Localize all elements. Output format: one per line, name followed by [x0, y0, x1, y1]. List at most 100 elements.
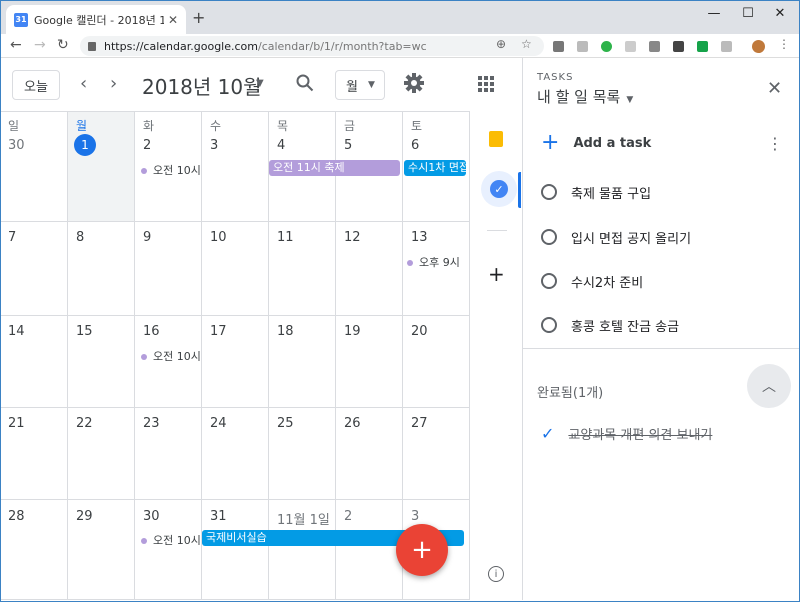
previous-month-icon[interactable]: ‹ [80, 73, 87, 94]
extension-icon[interactable] [673, 41, 684, 52]
maximize-icon[interactable]: ☐ [734, 6, 762, 21]
today-button[interactable]: 오늘 [12, 70, 60, 100]
day-cell[interactable]: 11 [269, 222, 336, 316]
forward-icon[interactable]: → [34, 37, 46, 53]
day-number: 14 [8, 324, 25, 339]
task-list-selector[interactable]: 내 할 일 목록 ▼ [537, 86, 633, 107]
month-grid: 일 30 월 1 화 2 오전 10시 수 3 목 4 금 5 토 6 오전 1… [0, 112, 470, 600]
view-selector[interactable]: 월 ▼ [335, 70, 385, 100]
window-close-icon[interactable]: ✕ [766, 6, 794, 21]
day-cell-today[interactable]: 월 1 [68, 112, 135, 222]
completed-section-label: 완료됨(1개) [537, 386, 604, 401]
weekday-label: 금 [344, 119, 356, 133]
address-bar[interactable]: https://calendar.google.com/calendar/b/1… [80, 36, 544, 56]
extension-icon[interactable] [625, 41, 636, 52]
day-cell[interactable]: 14 [0, 316, 68, 408]
search-icon[interactable] [296, 74, 314, 96]
next-month-icon[interactable]: › [110, 73, 117, 94]
day-cell[interactable]: 24 [202, 408, 269, 500]
reload-icon[interactable]: ↻ [57, 37, 69, 53]
event-chip[interactable]: 오후 9시 [407, 254, 469, 270]
day-cell[interactable]: 22 [68, 408, 135, 500]
day-cell[interactable]: 19 [336, 316, 403, 408]
active-indicator [518, 172, 521, 208]
day-number: 19 [344, 324, 361, 339]
day-cell[interactable]: 15 [68, 316, 135, 408]
new-tab-icon[interactable]: + [192, 8, 205, 27]
plus-icon: + [541, 130, 560, 155]
day-cell[interactable]: 31 [202, 500, 269, 600]
check-icon[interactable]: ✓ [541, 424, 554, 443]
day-cell[interactable]: 17 [202, 316, 269, 408]
browser-tab[interactable]: 31 Google 캘린더 - 2018년 10월 ✕ [6, 5, 186, 34]
day-cell[interactable]: 28 [0, 500, 68, 600]
chrome-menu-icon[interactable]: ⋮ [778, 37, 790, 51]
extension-icon[interactable] [577, 41, 588, 52]
day-cell[interactable]: 16 오전 10시 [135, 316, 202, 408]
task-item[interactable]: 홍콩 호텔 잔금 송금 [523, 303, 800, 347]
day-cell[interactable]: 11월 1일 [269, 500, 336, 600]
task-item[interactable]: 축제 물품 구입 [523, 170, 800, 214]
day-cell[interactable]: 13 오후 9시 [403, 222, 470, 316]
month-dropdown-icon[interactable]: ▼ [256, 78, 264, 89]
event-chip[interactable]: 오전 10시 [141, 532, 201, 548]
event-bar[interactable]: 오전 11시 축제 [269, 160, 400, 176]
day-cell[interactable]: 26 [336, 408, 403, 500]
back-icon[interactable]: ← [10, 37, 22, 53]
completed-task-title: 교양과목 개편 의견 보내기 [568, 428, 713, 443]
extension-icon[interactable] [649, 41, 660, 52]
extension-icon[interactable] [553, 41, 564, 52]
apps-grid-icon[interactable] [478, 76, 494, 96]
keep-icon[interactable] [489, 131, 503, 147]
task-item[interactable]: 수시2차 준비 [523, 259, 800, 303]
day-cell[interactable]: 8 [68, 222, 135, 316]
close-icon[interactable]: ✕ [767, 78, 782, 99]
day-cell[interactable]: 25 [269, 408, 336, 500]
event-bar[interactable]: 수시1차 면접 [404, 160, 466, 176]
day-cell[interactable]: 12 [336, 222, 403, 316]
day-cell[interactable]: 21 [0, 408, 68, 500]
task-item[interactable]: 입시 면접 공지 올리기 [523, 215, 800, 259]
add-task-button[interactable]: + Add a task [541, 132, 651, 154]
day-number: 17 [210, 324, 227, 339]
tab-title: Google 캘린더 - 2018년 10월 [34, 13, 164, 27]
extension-icon[interactable] [721, 41, 732, 52]
bookmark-star-icon[interactable]: ☆ [521, 37, 532, 51]
day-cell[interactable]: 10 [202, 222, 269, 316]
day-cell[interactable]: 화 2 오전 10시 [135, 112, 202, 222]
day-cell[interactable]: 수 3 [202, 112, 269, 222]
completed-task-item[interactable]: ✓ 교양과목 개편 의견 보내기 [541, 424, 712, 443]
day-cell[interactable]: 18 [269, 316, 336, 408]
day-cell[interactable]: 7 [0, 222, 68, 316]
day-cell[interactable]: 30 오전 10시 [135, 500, 202, 600]
minimize-icon[interactable]: — [700, 6, 728, 21]
weekday-label: 월 [76, 119, 88, 133]
day-cell[interactable]: 27 [403, 408, 470, 500]
task-checkbox[interactable] [541, 273, 557, 289]
day-cell[interactable]: 9 [135, 222, 202, 316]
create-event-button[interactable]: + [396, 524, 448, 576]
more-options-icon[interactable]: ⋮ [767, 134, 783, 153]
day-cell[interactable]: 일 30 [0, 112, 68, 222]
checkmark-extension-icon[interactable] [697, 41, 708, 52]
day-number-today[interactable]: 1 [74, 134, 96, 156]
tasks-app-button[interactable]: ✓ [481, 171, 517, 207]
evernote-icon[interactable] [601, 41, 612, 52]
avatar[interactable] [752, 40, 765, 53]
day-cell[interactable]: 2 [336, 500, 403, 600]
event-chip[interactable]: 오전 10시 [141, 162, 201, 178]
day-cell[interactable]: 29 [68, 500, 135, 600]
zoom-icon[interactable]: ⊕ [496, 37, 506, 51]
task-checkbox[interactable] [541, 229, 557, 245]
info-icon[interactable]: i [488, 566, 504, 582]
day-cell[interactable]: 20 [403, 316, 470, 408]
task-checkbox[interactable] [541, 317, 557, 333]
chevron-down-icon: ▼ [626, 95, 634, 105]
add-addon-icon[interactable]: + [488, 262, 505, 286]
collapse-completed-button[interactable]: ︿ [747, 364, 791, 408]
task-checkbox[interactable] [541, 184, 557, 200]
gear-icon[interactable] [403, 72, 425, 98]
day-cell[interactable]: 23 [135, 408, 202, 500]
tab-close-icon[interactable]: ✕ [168, 13, 178, 27]
event-chip[interactable]: 오전 10시 [141, 348, 201, 364]
